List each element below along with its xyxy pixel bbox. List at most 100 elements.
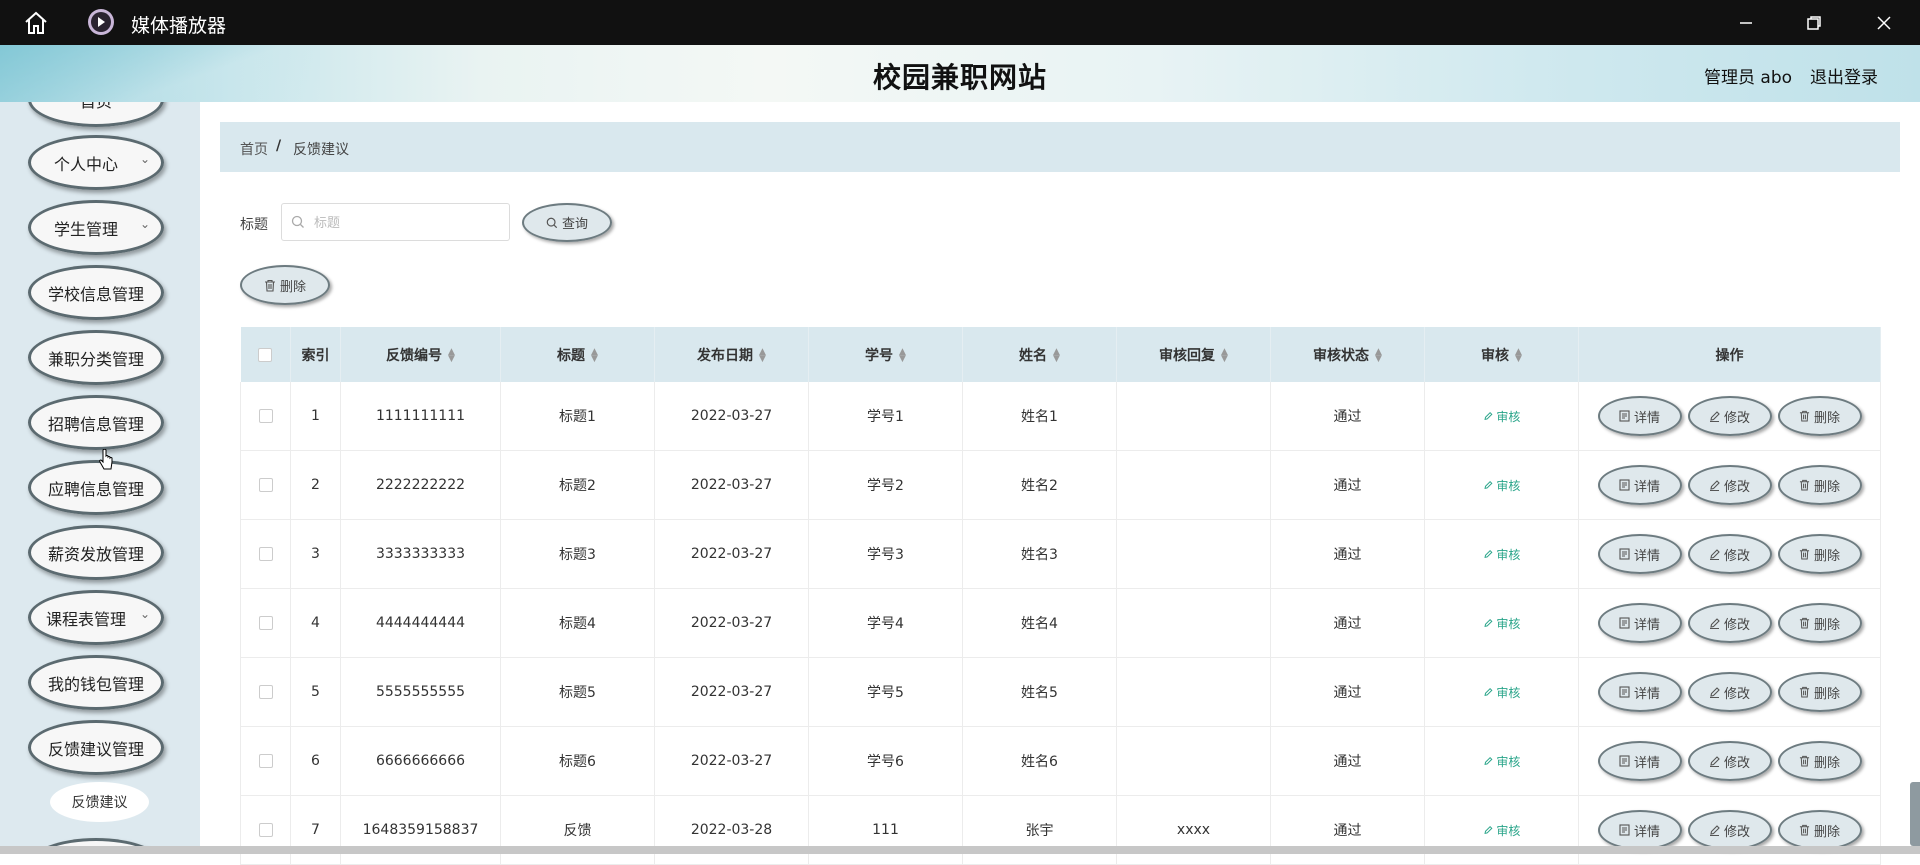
sidebar-item-home[interactable]: 首页 — [28, 102, 164, 127]
checkbox[interactable] — [258, 823, 273, 837]
home-icon[interactable] — [22, 10, 50, 36]
audit-link-label: 审核 — [1496, 685, 1521, 700]
search-input[interactable] — [312, 212, 506, 234]
header-date[interactable]: 发布日期 ▲ ▼ — [654, 327, 809, 382]
header-title[interactable]: 标题 ▲ ▼ — [500, 327, 655, 382]
batch-delete-button[interactable]: 删除 — [240, 265, 330, 305]
cell-reply — [1116, 588, 1271, 658]
sidebar-item-wallet[interactable]: 我的钱包管理 — [28, 655, 164, 710]
edit-icon — [1483, 686, 1493, 700]
sort-icon[interactable]: ▲ ▼ — [759, 347, 766, 363]
horizontal-scrollbar[interactable] — [0, 846, 1920, 854]
checkbox[interactable] — [258, 347, 273, 362]
chevron-down-icon: ⌄ — [139, 152, 150, 166]
edit-button[interactable]: 修改 — [1687, 534, 1772, 574]
detail-button[interactable]: 详情 — [1597, 396, 1682, 436]
delete-button[interactable]: 删除 — [1777, 741, 1862, 781]
checkbox[interactable] — [258, 547, 273, 561]
sidebar-item-timetable[interactable]: 课程表管理 ⌄ — [28, 590, 164, 645]
sidebar-item-feedback[interactable]: 反馈建议管理 — [28, 720, 164, 775]
audit-link[interactable]: 审核 — [1483, 410, 1520, 424]
cell-date: 2022-03-27 — [654, 726, 809, 796]
sidebar-item-job-category[interactable]: 兼职分类管理 — [28, 330, 164, 385]
header-feedback-no[interactable]: 反馈编号 ▲ ▼ — [340, 327, 501, 382]
row-select-cell[interactable] — [240, 726, 291, 796]
sort-icon[interactable]: ▲ ▼ — [591, 347, 598, 363]
sidebar-item-students[interactable]: 学生管理 ⌄ — [28, 200, 164, 255]
sort-icon[interactable]: ▲ ▼ — [899, 347, 906, 363]
sidebar-item-application-info[interactable]: 应聘信息管理 — [28, 460, 164, 515]
checkbox[interactable] — [258, 616, 273, 630]
delete-button[interactable]: 删除 — [1777, 465, 1862, 505]
audit-link[interactable]: 审核 — [1483, 617, 1520, 631]
checkbox[interactable] — [258, 754, 273, 768]
row-select-cell[interactable] — [240, 795, 291, 865]
detail-button[interactable]: 详情 — [1597, 534, 1682, 574]
close-icon[interactable] — [1870, 10, 1898, 36]
sidebar-item-label: 个人中心 — [53, 154, 118, 174]
header-student-no[interactable]: 学号 ▲ ▼ — [808, 327, 963, 382]
detail-button[interactable]: 详情 — [1597, 810, 1682, 850]
delete-button[interactable]: 删除 — [1777, 396, 1862, 436]
detail-button-label: 详情 — [1633, 479, 1660, 495]
delete-button[interactable]: 删除 — [1777, 603, 1862, 643]
cell-name: 姓名6 — [962, 726, 1117, 796]
row-select-cell[interactable] — [240, 657, 291, 727]
delete-button[interactable]: 删除 — [1777, 672, 1862, 712]
table-row: 4 4444444444 标题4 2022-03-27 学号4 姓名4 通过 审核 详情 修改删… — [240, 588, 1881, 658]
sort-icon[interactable]: ▲ ▼ — [448, 347, 455, 363]
logout-link[interactable]: 退出登录 — [1810, 63, 1878, 88]
cell-reply — [1116, 726, 1271, 796]
sort-icon[interactable]: ▲ ▼ — [1375, 347, 1382, 363]
checkbox[interactable] — [258, 409, 273, 423]
checkbox[interactable] — [258, 478, 273, 492]
cell-feedback-no: 3333333333 — [340, 519, 501, 589]
row-select-cell[interactable] — [240, 588, 291, 658]
detail-button[interactable]: 详情 — [1597, 672, 1682, 712]
delete-button[interactable]: 删除 — [1777, 810, 1862, 850]
audit-link[interactable]: 审核 — [1483, 824, 1520, 838]
sort-icon[interactable]: ▲ ▼ — [1515, 347, 1522, 363]
header-status[interactable]: 审核状态 ▲ ▼ — [1270, 327, 1425, 382]
audit-link[interactable]: 审核 — [1483, 755, 1520, 769]
audit-link[interactable]: 审核 — [1483, 548, 1520, 562]
row-select-cell[interactable] — [240, 450, 291, 520]
edit-button[interactable]: 修改 — [1687, 396, 1772, 436]
row-select-cell[interactable] — [240, 519, 291, 589]
detail-button[interactable]: 详情 — [1597, 741, 1682, 781]
detail-button[interactable]: 详情 — [1597, 603, 1682, 643]
edit-button[interactable]: 修改 — [1687, 810, 1772, 850]
checkbox[interactable] — [258, 685, 273, 699]
edit-icon — [1483, 548, 1493, 562]
delete-button[interactable]: 删除 — [1777, 534, 1862, 574]
sort-icon[interactable]: ▲ ▼ — [1053, 347, 1060, 363]
sidebar-item-recruit-info[interactable]: 招聘信息管理 — [28, 395, 164, 450]
edit-button[interactable]: 修改 — [1687, 603, 1772, 643]
sidebar-item-school-info[interactable]: 学校信息管理 — [28, 265, 164, 320]
header-audit[interactable]: 审核 ▲ ▼ — [1424, 327, 1579, 382]
vertical-scrollbar-thumb[interactable] — [1910, 782, 1920, 846]
header-name[interactable]: 姓名 ▲ ▼ — [962, 327, 1117, 382]
header-select-all[interactable] — [240, 327, 291, 382]
edit-button[interactable]: 修改 — [1687, 672, 1772, 712]
cell-status: 通过 — [1270, 382, 1425, 451]
minimize-icon[interactable] — [1732, 10, 1760, 36]
cell-name: 姓名3 — [962, 519, 1117, 589]
edit-button[interactable]: 修改 — [1687, 465, 1772, 505]
breadcrumb-home[interactable]: 首页 — [240, 139, 268, 159]
cell-student-no: 学号4 — [808, 588, 963, 658]
sidebar-subitem-feedback[interactable]: 反馈建议 — [50, 782, 149, 822]
restore-icon[interactable] — [1800, 10, 1828, 36]
sidebar-item-salary[interactable]: 薪资发放管理 — [28, 525, 164, 580]
query-button[interactable]: 查询 — [522, 203, 612, 242]
edit-button-label: 修改 — [1723, 686, 1750, 702]
audit-link[interactable]: 审核 — [1483, 479, 1520, 493]
audit-link[interactable]: 审核 — [1483, 685, 1521, 700]
detail-button[interactable]: 详情 — [1597, 465, 1682, 505]
edit-button[interactable]: 修改 — [1687, 741, 1772, 781]
search-field[interactable] — [281, 203, 510, 241]
row-select-cell[interactable] — [240, 382, 291, 451]
sort-icon[interactable]: ▲ ▼ — [1221, 347, 1228, 363]
sidebar-item-personal-center[interactable]: 个人中心 ⌄ — [28, 135, 164, 190]
header-reply[interactable]: 审核回复 ▲ ▼ — [1116, 327, 1271, 382]
